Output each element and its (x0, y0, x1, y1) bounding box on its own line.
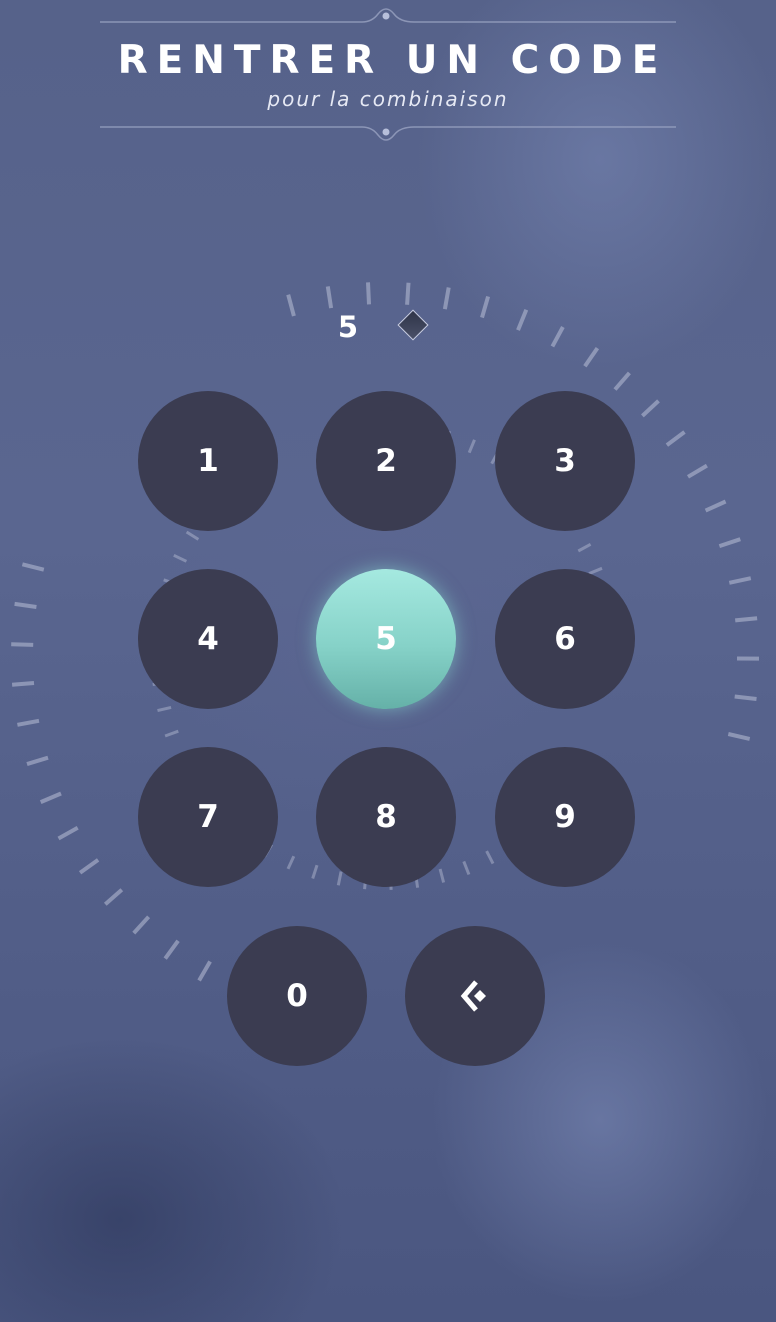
dial-tick (14, 601, 37, 609)
dial-tick (735, 616, 758, 623)
dial-tick (438, 868, 446, 883)
dial-tick (157, 705, 172, 713)
page-title: RENTRER UN CODE (117, 38, 668, 83)
dial-tick (11, 681, 35, 687)
dial-tick (26, 755, 49, 767)
dial-tick (718, 537, 741, 548)
dial-tick (39, 791, 62, 804)
key-0[interactable]: 0 (227, 926, 367, 1066)
dial-tick (641, 399, 660, 418)
key-9[interactable]: 9 (495, 747, 635, 887)
dial-tick (480, 295, 491, 319)
key-8[interactable]: 8 (316, 747, 456, 887)
dial-tick (704, 499, 727, 513)
dial-tick (173, 553, 188, 563)
entered-digit: 5 (337, 310, 359, 344)
key-7[interactable]: 7 (138, 747, 278, 887)
header: RENTRER UN CODE pour la combinaison (0, 0, 776, 150)
diamond-icon (397, 309, 429, 341)
backspace-button[interactable] (405, 926, 545, 1066)
dial-tick (577, 542, 592, 553)
dial-tick (686, 463, 708, 479)
dial-tick (286, 294, 296, 317)
dial-tick (132, 915, 151, 935)
dial-tick (405, 282, 411, 305)
dial-tick (588, 566, 603, 575)
dial-tick (467, 439, 476, 454)
backspace-chevron-icon (460, 980, 486, 1012)
dial-tick (11, 642, 34, 647)
dial-tick (21, 562, 45, 572)
dial-tick (665, 430, 686, 447)
dial-tick (164, 729, 179, 738)
key-1[interactable]: 1 (138, 391, 278, 531)
key-6[interactable]: 6 (495, 569, 635, 709)
dial-tick (516, 308, 529, 331)
dial-tick (727, 732, 751, 741)
dial-tick (78, 858, 100, 875)
dial-tick (286, 855, 296, 870)
key-2[interactable]: 2 (316, 391, 456, 531)
dial-tick (185, 530, 200, 541)
dial-tick (485, 850, 495, 865)
dial-tick (734, 694, 757, 701)
page-subtitle: pour la combinaison (267, 87, 509, 111)
dial-tick (163, 939, 180, 960)
dial-tick (550, 326, 565, 348)
dial-tick (728, 576, 752, 585)
dial-tick (583, 346, 600, 368)
dial-tick (17, 718, 40, 727)
dial-tick (311, 864, 319, 879)
dial-tick (613, 371, 631, 391)
key-5[interactable]: 5 (316, 569, 456, 709)
key-3[interactable]: 3 (495, 391, 635, 531)
key-4[interactable]: 4 (138, 569, 278, 709)
dial-tick (462, 860, 471, 876)
dial-tick (442, 287, 451, 310)
code-display: 5 (300, 308, 480, 348)
dial-tick (336, 871, 343, 886)
dial-tick (325, 286, 334, 309)
dial-tick (57, 825, 79, 841)
dial-tick (366, 282, 371, 305)
dial-tick (197, 960, 212, 982)
dial-tick (103, 888, 124, 906)
